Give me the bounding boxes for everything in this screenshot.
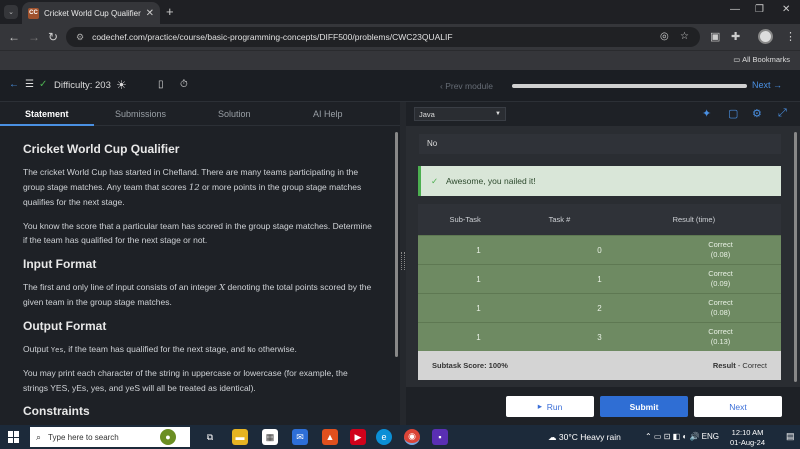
system-tray[interactable]: ⌃ ▭ ⊡ ◧ ◐ 🔊 ENG: [645, 432, 719, 441]
tab-ai-help[interactable]: AI Help: [313, 109, 343, 119]
overall-result: Result - Correct: [712, 361, 767, 370]
avocado-icon: ●: [160, 429, 176, 445]
check-icon: ✓: [39, 79, 48, 90]
minimize-icon[interactable]: —: [730, 4, 740, 15]
subtask-score: Subtask Score: 100%: [432, 361, 508, 370]
site-info-icon[interactable]: ⚙: [76, 32, 84, 43]
chrome-icon[interactable]: ◉: [404, 429, 420, 445]
media-icon[interactable]: ▶: [350, 429, 366, 445]
chevron-down-icon: ▼: [495, 111, 501, 117]
taskbar-clock[interactable]: 12:10 AM 01-Aug-24: [730, 428, 765, 448]
table-row: 10 Correct (0.08): [418, 235, 781, 264]
difficulty-rating: Difficulty: 203: [54, 80, 111, 91]
output-case-note: You may print each character of the stri…: [23, 368, 348, 393]
editor-panel: Java ▼ ✦ ▢ ⚙ ⤢ No ✓ Awesome, you nailed …: [406, 102, 800, 425]
reload-icon[interactable]: ↻: [48, 30, 58, 44]
address-bar[interactable]: ⚙ codechef.com/practice/course/basic-pro…: [66, 27, 700, 47]
output-format-heading: Output Format: [23, 318, 107, 333]
task-view-icon[interactable]: ⧉: [202, 429, 218, 445]
profile-avatar[interactable]: [758, 29, 773, 44]
extension-icon[interactable]: ▣: [710, 30, 720, 43]
notification-icon[interactable]: ▤: [786, 431, 795, 442]
browser-toolbar: ← → ↻ ⚙ codechef.com/practice/course/bas…: [0, 24, 800, 50]
new-tab-icon[interactable]: +: [166, 4, 174, 19]
results-summary: Subtask Score: 100% Result - Correct: [418, 351, 781, 380]
input-format-heading: Input Format: [23, 256, 97, 271]
prev-module-button[interactable]: ‹ Prev module: [440, 81, 493, 91]
tab-title: Cricket World Cup Qualifier Pra: [44, 8, 142, 18]
statement-paragraph-1: The cricket World Cup has started in Che…: [23, 167, 362, 207]
results-table: Sub-Task Task # Result (time) 10 Correct…: [418, 204, 781, 380]
tab-solution[interactable]: Solution: [218, 109, 251, 119]
fullscreen-icon[interactable]: ⤢: [778, 107, 787, 120]
output-format-text: Output Yes, if the team has qualified fo…: [23, 343, 297, 354]
input-format-text: The first and only line of input consist…: [23, 281, 372, 308]
browser-tab[interactable]: CC Cricket World Cup Qualifier Pra ✕: [22, 2, 160, 24]
output-value: No: [419, 134, 781, 154]
next-module-button[interactable]: Next →: [752, 80, 782, 90]
statement-panel: Statement Submissions Solution AI Help C…: [0, 102, 400, 425]
statement-scrollbar[interactable]: [395, 132, 398, 357]
action-bar: ▸ Run Submit Next: [406, 387, 800, 425]
codechef-favicon-icon: CC: [28, 7, 39, 19]
results-scrollbar[interactable]: [794, 132, 797, 382]
column-subtask: Sub-Task: [449, 215, 481, 224]
brave-icon[interactable]: ▲: [322, 429, 338, 445]
run-button[interactable]: ▸ Run: [506, 396, 594, 417]
comment-icon[interactable]: ▢: [728, 107, 738, 120]
problem-statement: Cricket World Cup Qualifier The cricket …: [23, 142, 375, 427]
theme-sun-icon[interactable]: ☀: [116, 78, 127, 92]
close-tab-icon[interactable]: ✕: [146, 8, 154, 19]
timer-icon[interactable]: ⏱: [180, 79, 188, 90]
ide-icon[interactable]: ▪: [432, 429, 448, 445]
edge-icon[interactable]: e: [376, 429, 392, 445]
next-button[interactable]: Next: [694, 396, 782, 417]
windows-taskbar: ⌕ Type here to search ● ⧉ ▬ ▦ ✉ ▲ ▶ e ◉ …: [0, 425, 800, 449]
restore-icon[interactable]: ❐: [755, 4, 764, 15]
success-banner: ✓ Awesome, you nailed it!: [418, 166, 781, 196]
list-icon[interactable]: ☰: [25, 79, 34, 90]
eye-off-icon[interactable]: ◎: [660, 31, 669, 42]
bookmark-icon[interactable]: ▯: [158, 79, 164, 90]
tab-submissions[interactable]: Submissions: [115, 109, 166, 119]
settings-gear-icon[interactable]: ⚙: [752, 107, 762, 120]
table-row: 13 Correct (0.13): [418, 322, 781, 351]
bookmark-star-icon[interactable]: ☆: [680, 31, 689, 42]
column-result: Result (time): [672, 215, 716, 224]
store-icon[interactable]: ▦: [262, 429, 278, 445]
table-row: 12 Correct (0.08): [418, 293, 781, 322]
mail-icon[interactable]: ✉: [292, 429, 308, 445]
forward-icon[interactable]: →: [28, 30, 40, 44]
module-progress-bar: [512, 84, 747, 88]
file-explorer-icon[interactable]: ▬: [232, 429, 248, 445]
problem-header: ← ☰ ✓ Difficulty: 203 ☀ ▯ ⏱ ‹ Prev modul…: [0, 70, 800, 102]
close-window-icon[interactable]: ✕: [782, 4, 790, 15]
check-icon: ✓: [431, 176, 439, 186]
table-row: 11 Correct (0.09): [418, 264, 781, 293]
language-select[interactable]: Java ▼: [414, 107, 506, 121]
tab-statement[interactable]: Statement: [25, 109, 69, 119]
all-bookmarks-button[interactable]: ▭ All Bookmarks: [733, 55, 790, 64]
weather-widget[interactable]: ☁ 30°C Heavy rain: [548, 432, 621, 443]
problem-title: Cricket World Cup Qualifier: [23, 142, 180, 156]
puzzle-icon[interactable]: ✚: [731, 30, 740, 43]
menu-kebab-icon[interactable]: ⋮: [785, 30, 796, 43]
active-tab-indicator: [0, 124, 94, 126]
statement-paragraph-2: You know the score that a particular tea…: [23, 220, 372, 246]
tab-search-icon[interactable]: ⌄: [4, 5, 18, 19]
back-icon[interactable]: ←: [8, 30, 20, 44]
editor-toolbar: Java ▼ ✦ ▢ ⚙ ⤢: [406, 102, 800, 126]
results-table-header: Sub-Task Task # Result (time): [418, 204, 781, 235]
windows-start-icon[interactable]: [8, 431, 20, 443]
magic-wand-icon[interactable]: ✦: [702, 107, 711, 120]
url-text: codechef.com/practice/course/basic-progr…: [92, 32, 453, 42]
back-arrow-icon[interactable]: ←: [9, 79, 19, 90]
search-icon: ⌕: [36, 431, 42, 442]
column-task: Task #: [548, 215, 571, 224]
submit-button[interactable]: Submit: [600, 396, 688, 417]
statement-tabs: Statement Submissions Solution AI Help: [0, 102, 400, 126]
bookmarks-bar: ▭ All Bookmarks: [0, 50, 800, 70]
browser-tab-strip: ⌄ CC Cricket World Cup Qualifier Pra ✕ +…: [0, 0, 800, 24]
constraints-heading: Constraints: [23, 404, 90, 418]
